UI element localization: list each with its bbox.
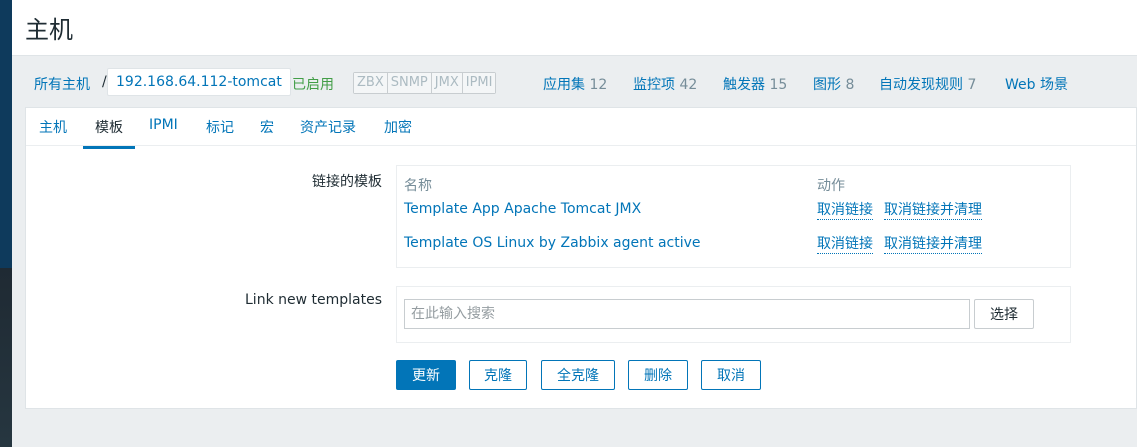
page-header: 主机 <box>12 0 1137 56</box>
template-link[interactable]: Template OS Linux by Zabbix agent active <box>404 235 701 251</box>
tab-tags[interactable]: 标记 <box>206 117 234 146</box>
tab-macros[interactable]: 宏 <box>260 117 274 146</box>
tab-templates[interactable]: 模板 <box>83 117 135 149</box>
breadcrumb: 所有主机 / 192.168.64.112-tomcat 已启用 ZBX SNM… <box>12 57 1137 107</box>
unlink-button[interactable]: 取消链接 <box>817 235 873 254</box>
unlink-button[interactable]: 取消链接 <box>817 201 873 220</box>
linked-templates-label: 链接的模板 <box>312 174 382 190</box>
status-badge[interactable]: 已启用 <box>292 74 334 94</box>
link-web-scenarios[interactable]: Web 场景 <box>1005 74 1068 94</box>
link-discovery-rules[interactable]: 自动发现规则 7 <box>879 74 976 94</box>
breadcrumb-separator: / <box>102 74 107 90</box>
unlink-and-clear-button[interactable]: 取消链接并清理 <box>884 235 982 254</box>
link-graphs-label[interactable]: 图形 <box>813 77 841 93</box>
tab-host[interactable]: 主机 <box>39 117 67 146</box>
cancel-button[interactable]: 取消 <box>701 360 761 390</box>
linked-templates-table: 名称 动作 Template App Apache Tomcat JMX 取消链… <box>396 165 1071 268</box>
column-header-name: 名称 <box>404 178 432 194</box>
link-triggers-count: 15 <box>769 77 788 93</box>
tab-inventory[interactable]: 资产记录 <box>300 117 356 146</box>
link-new-templates-label: Link new templates <box>245 292 382 308</box>
tab-bar: 主机 模板 IPMI 标记 宏 资产记录 加密 <box>26 108 1136 149</box>
link-applications-count: 12 <box>589 77 608 93</box>
link-new-templates-field: 选择 <box>396 286 1071 343</box>
full-clone-button[interactable]: 全克隆 <box>541 360 615 390</box>
link-items[interactable]: 监控项 42 <box>633 74 697 94</box>
link-graphs[interactable]: 图形 8 <box>813 74 854 94</box>
page-title: 主机 <box>25 16 73 44</box>
link-discovery-rules-count: 7 <box>967 77 977 93</box>
link-applications-label[interactable]: 应用集 <box>543 77 585 93</box>
link-triggers-label[interactable]: 触发器 <box>723 77 765 93</box>
host-form: 主机 模板 IPMI 标记 宏 资产记录 加密 链接的模板 名称 动作 Temp… <box>25 107 1137 409</box>
interface-snmp-badge: SNMP <box>387 73 432 93</box>
link-applications[interactable]: 应用集 12 <box>543 74 607 94</box>
sidebar-edge <box>0 0 12 447</box>
interface-zbx-badge: ZBX <box>354 73 388 93</box>
template-search-input[interactable] <box>404 299 970 329</box>
column-header-action: 动作 <box>817 178 845 194</box>
update-button[interactable]: 更新 <box>396 360 456 390</box>
interface-ipmi-badge: IPMI <box>462 73 496 93</box>
template-link[interactable]: Template App Apache Tomcat JMX <box>404 201 641 217</box>
clone-button[interactable]: 克隆 <box>469 360 527 390</box>
unlink-and-clear-button[interactable]: 取消链接并清理 <box>884 201 982 220</box>
interface-jmx-badge: JMX <box>431 73 463 93</box>
select-template-button[interactable]: 选择 <box>974 299 1034 329</box>
breadcrumb-all-hosts[interactable]: 所有主机 <box>34 74 90 94</box>
link-graphs-count: 8 <box>845 77 855 93</box>
link-triggers[interactable]: 触发器 15 <box>723 74 787 94</box>
interface-badges: ZBX SNMP JMX IPMI <box>353 72 497 94</box>
tab-encryption[interactable]: 加密 <box>384 117 412 146</box>
link-items-count: 42 <box>679 77 698 93</box>
breadcrumb-current-host[interactable]: 192.168.64.112-tomcat <box>107 68 291 96</box>
delete-button[interactable]: 删除 <box>628 360 688 390</box>
link-discovery-rules-label[interactable]: 自动发现规则 <box>879 77 963 93</box>
link-items-label[interactable]: 监控项 <box>633 77 675 93</box>
tab-ipmi[interactable]: IPMI <box>149 117 178 142</box>
